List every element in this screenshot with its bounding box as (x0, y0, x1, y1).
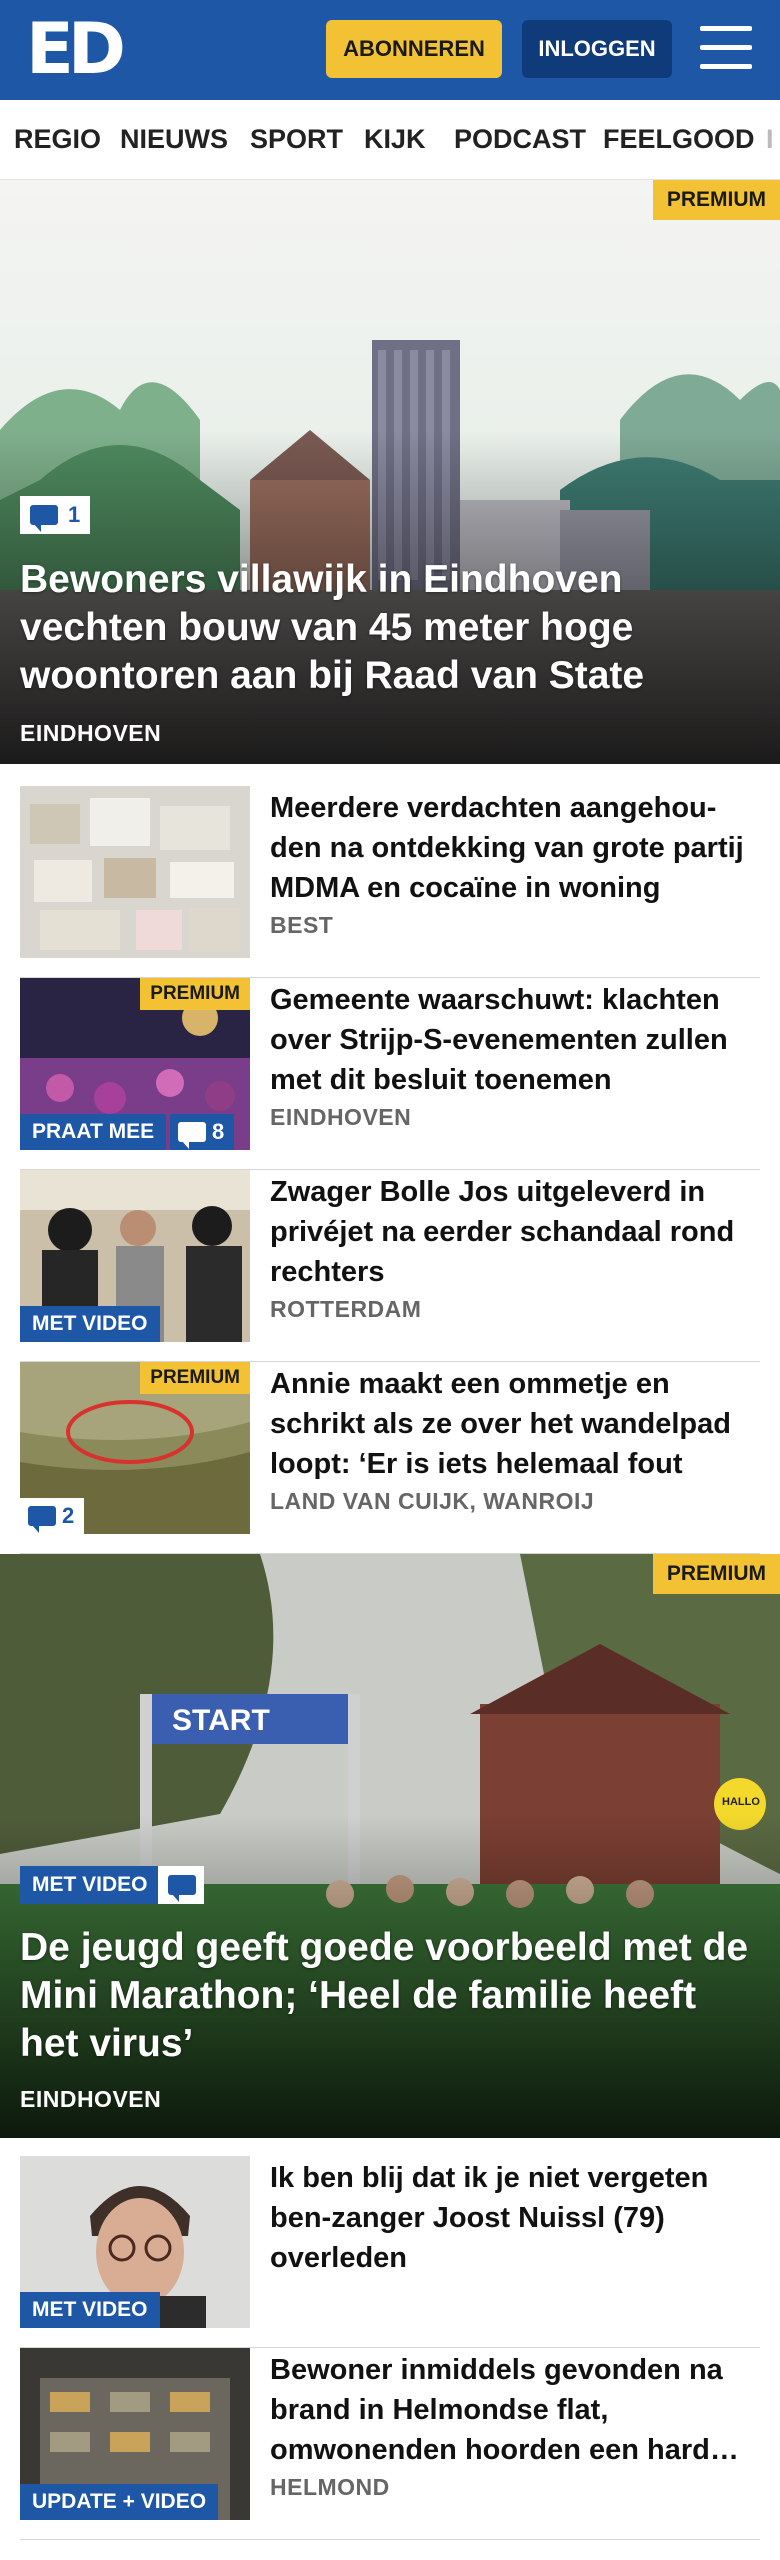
chat-bubble-icon (28, 1506, 56, 1533)
list-item[interactable]: MET VIDEO Zwager Bolle Jos uitgeleverd i… (0, 1170, 780, 1362)
login-button[interactable]: INLOGGEN (522, 20, 672, 78)
logo-text: ED (26, 8, 126, 90)
site-header: ED ABONNEREN INLOGGEN (0, 0, 780, 100)
praat-mee-badge[interactable]: PRAAT MEE (20, 1114, 167, 1150)
comment-count-badge[interactable]: 2 (20, 1498, 85, 1534)
comment-count-badge[interactable]: 1 (20, 496, 91, 534)
nav-item-overflow[interactable]: I (766, 100, 774, 179)
hero-location: EINDHOVEN (20, 720, 162, 746)
article-thumbnail (20, 786, 250, 958)
met-video-badge[interactable]: MET VIDEO (20, 1866, 160, 1904)
comment-count-badge[interactable]: 8 (170, 1114, 235, 1150)
chat-bubble-icon (30, 505, 58, 532)
hero-title[interactable]: De jeugd geeft goede voorbeeld met de Mi… (20, 1924, 750, 2068)
section-nav: REGIO NIEUWS SPORT KIJK PODCAST FEELGOOD… (0, 100, 780, 180)
list-item[interactable]: PREMIUM PRAAT MEE 8 Gemeente waarschuwt:… (0, 978, 780, 1170)
article-title[interactable]: Gemeente waarschuwt: klachten over Strij… (270, 980, 750, 1100)
article-title[interactable]: Ik ben blij dat ik je niet vergeten ben-… (270, 2158, 750, 2278)
drugs-photo (20, 786, 250, 958)
met-video-badge[interactable]: MET VIDEO (20, 1306, 160, 1342)
article-thumbnail: PREMIUM PRAAT MEE 8 (20, 978, 250, 1150)
met-video-badge[interactable]: MET VIDEO (20, 2292, 160, 2328)
article-thumbnail: MET VIDEO (20, 1170, 250, 1342)
chat-bubble-icon (168, 1875, 196, 1902)
premium-badge: PREMIUM (652, 1554, 780, 1594)
hero-location: EINDHOVEN (20, 2086, 162, 2112)
list-item[interactable]: Meerdere verdachten aangehou­den na ontd… (0, 786, 780, 978)
article-location: BEST (270, 912, 334, 938)
hero-article-mini-marathon[interactable]: START HALLO PREMIUM MET VIDEO De jeugd g… (0, 1554, 780, 2138)
comment-badge[interactable] (158, 1866, 204, 1904)
article-location: EINDHOVEN (270, 1104, 412, 1130)
article-thumbnail: MET VIDEO (20, 2156, 250, 2328)
hero-title[interactable]: Bewoners villawijk in Eindhoven vechten … (20, 556, 750, 700)
list-item[interactable]: MET VIDEO Ik ben blij dat ik je niet ver… (0, 2156, 780, 2348)
subscribe-button[interactable]: ABONNEREN (326, 20, 502, 78)
ed-logo[interactable]: ED (26, 14, 126, 84)
comment-count: 2 (62, 1503, 75, 1528)
nav-item-regio[interactable]: REGIO (14, 100, 101, 179)
comment-count: 8 (212, 1119, 225, 1144)
premium-badge: PREMIUM (140, 978, 250, 1010)
chat-bubble-icon (178, 1122, 206, 1149)
nav-item-feelgood[interactable]: FEELGOOD (603, 100, 755, 179)
hamburger-menu-icon[interactable] (700, 26, 752, 70)
article-location: HELMOND (270, 2474, 390, 2500)
article-title[interactable]: Meerdere verdachten aangehou­den na ontd… (270, 788, 750, 908)
article-title[interactable]: Annie maakt een ommetje en schrikt als z… (270, 1364, 750, 1484)
comment-count: 1 (68, 502, 81, 527)
hero-article-woontoren[interactable]: PREMIUM 1 Bewoners villawijk in Eindhove… (0, 180, 780, 764)
article-thumbnail: PREMIUM 2 (20, 1362, 250, 1534)
update-video-badge[interactable]: UPDATE + VIDEO (20, 2484, 219, 2520)
premium-badge: PREMIUM (140, 1362, 250, 1394)
nav-item-podcast[interactable]: PODCAST (454, 100, 586, 179)
list-item[interactable]: UPDATE + VIDEO Bewoner inmiddels gevonde… (0, 2348, 780, 2540)
article-thumbnail: UPDATE + VIDEO (20, 2348, 250, 2520)
nav-item-kijk[interactable]: KIJK (364, 100, 426, 179)
list-item[interactable]: PREMIUM 2 Annie maakt een ommetje en sch… (0, 1362, 780, 1554)
start-banner-text: START (172, 1704, 270, 1737)
article-title[interactable]: Bewoner inmiddels gevonden na brand in H… (270, 2350, 750, 2470)
article-location: ROTTERDAM (270, 1296, 422, 1322)
article-location: LAND VAN CUIJK, WANROIJ (270, 1488, 595, 1514)
balloon-text: HALLO (722, 1796, 760, 1808)
premium-badge: PREMIUM (652, 180, 780, 220)
divider (20, 2539, 760, 2540)
nav-item-nieuws[interactable]: NIEUWS (120, 100, 228, 179)
nav-item-sport[interactable]: SPORT (250, 100, 343, 179)
article-title[interactable]: Zwager Bolle Jos uitgeleverd in privéjet… (270, 1172, 750, 1292)
